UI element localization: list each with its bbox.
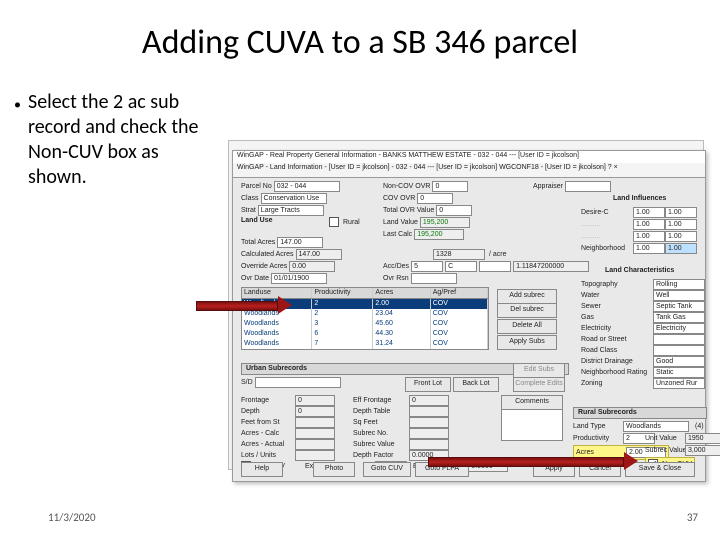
lbl-desire: Desire-C [581,209,631,216]
characteristic-row: SewerSeptic Tank [581,301,705,312]
total-ovr[interactable]: 0 [436,205,472,216]
lbl-calc-acres: Calculated Acres [241,251,294,258]
price-per-acre: 1328 [433,249,485,260]
lbl-ovr-rsn: Ovr Rsn [383,275,409,282]
lbl-productivity: Productivity [573,435,621,442]
lbl-landuse: Land Use [241,217,273,224]
delete-all-button[interactable]: Delete All [497,319,557,334]
lbl-cov-ovr: COV OVR [383,195,415,202]
accdes-c[interactable] [479,261,511,272]
edit-subs-button[interactable]: Edit Subs [513,363,565,378]
add-subrec-button[interactable]: Add subrec [497,289,557,304]
comments-box[interactable] [501,409,563,441]
lbl-s/d: S/D [241,379,253,386]
goto-cuv-button[interactable]: Goto CUV [363,462,411,477]
characteristic-row: Neighborhood RatingStatic [581,367,705,378]
lbl-appraiser: Appraiser [533,183,563,190]
lbl-parcel-no: Parcel No [241,183,272,190]
lbl-unit-value-r: Unit Value [645,435,683,442]
comments-button[interactable]: Comments [501,395,563,410]
footer-page-number: 37 [687,511,698,524]
complete-edit-button[interactable]: Complete Edits [513,377,565,392]
col-acres: Acres [373,288,430,298]
lbl-land-type: Land Type [573,423,621,430]
lbl-total-acres: Total Acres [241,239,275,246]
col-agpref: Ag/Pref [431,288,488,298]
back-lot-button[interactable]: Back Lot [453,377,499,392]
lbl-total-ovr: Total OVR Value [383,207,434,214]
slide-title: Adding CUVA to a SB 346 parcel [0,22,720,63]
ovr-rsn[interactable] [411,273,457,284]
del-subrec-button[interactable]: Del subrec [497,303,557,318]
appraiser[interactable] [565,181,611,192]
lbl-land-value: Land Value [383,219,418,226]
s/d[interactable] [255,377,341,388]
total-acres[interactable]: 147.00 [277,237,323,248]
accdes-val: 1.11847200000 [513,261,589,272]
lbl-override-acres: Override Acres [241,263,287,270]
col-productivity: Productivity [312,288,373,298]
lbl-rural: Rural [343,219,360,226]
neighborhood-val[interactable]: 1.00 [633,243,665,254]
noncov-ovr[interactable]: 0 [432,181,468,192]
table-row[interactable]: Woodlands731.24COV [242,339,488,349]
override-acres: 0.00 [289,261,335,272]
footer-date: 11/3/2020 [48,511,96,524]
characteristic-row: District DrainageGood [581,356,705,367]
lbl-subrec-value: Subrec Value [645,447,683,454]
land-value: 195,200 [420,217,470,228]
unit-value-r: 1950 [685,433,720,444]
lbl-neighborhood: Neighborhood [581,245,631,252]
rural-checkbox[interactable] [329,217,339,227]
hdr-land-influences: Land Influences [613,195,666,202]
table-row[interactable]: Woodlands644.30COV [242,329,488,339]
arrow-to-selected-row [196,298,292,312]
instruction-bullet: • Select the 2 ac sub record and check t… [28,90,208,190]
characteristic-row: WaterWell [581,290,705,301]
lbl-last-calc: Last Calc [383,231,412,238]
wingap-window: WinGAP - Real Property General Informati… [232,150,706,482]
characteristic-row: ZoningUnzoned Rur [581,378,705,389]
desire-val[interactable]: 1.00 [633,207,665,218]
characteristic-row: GasTank Gas [581,312,705,323]
lbl-noncov-ovr: Non-COV OVR [383,183,430,190]
window-title-front: WinGAP - Land Information - [User ID = j… [233,163,705,178]
characteristic-row: ElectricityElectricity [581,323,705,334]
parcel-no[interactable]: 032 - 044 [274,181,340,192]
apply-subs-button[interactable]: Apply Subs [497,335,557,350]
lbl-accdes: Acc/Des [383,263,409,270]
photo-button[interactable]: Photo [313,462,355,477]
instruction-text: Select the 2 ac sub record and check the… [28,90,199,189]
characteristic-row: TopographyRolling [581,279,705,290]
lbl-strat: Strat [241,207,256,214]
accdes-b[interactable]: C [445,261,477,272]
lbl-ovr-date: Ovr Date [241,275,269,282]
table-row[interactable]: Woodlands345.60COV [242,319,488,329]
calc-acres: 147.00 [296,249,342,260]
subrec-value: 3,000 [685,445,720,456]
last-calc: 195,200 [414,229,464,240]
accdes-a[interactable]: 5 [411,261,443,272]
lbl-price-acre: / acre [489,251,507,258]
rural-bracket: (4) [695,423,704,430]
front-lot-button[interactable]: Front Lot [405,377,451,392]
class[interactable]: Conservation Use [261,193,327,204]
lbl-class: Class [241,195,259,202]
ovr-date[interactable]: 01/01/1900 [271,273,327,284]
rural-subrecords-header: Rural Subrecords [573,407,707,419]
help-button[interactable]: Help [241,462,283,477]
land-type[interactable]: Woodlands [623,421,689,432]
strat[interactable]: Large Tracts [258,205,324,216]
characteristic-row: Road or Street [581,334,705,345]
cov-ovr[interactable]: 0 [417,193,453,204]
bullet-dot: • [14,96,21,114]
characteristic-row: Road Class [581,345,705,356]
hdr-land-characteristics: Land Characteristics [605,267,674,274]
arrow-to-non-cuv [428,454,638,468]
